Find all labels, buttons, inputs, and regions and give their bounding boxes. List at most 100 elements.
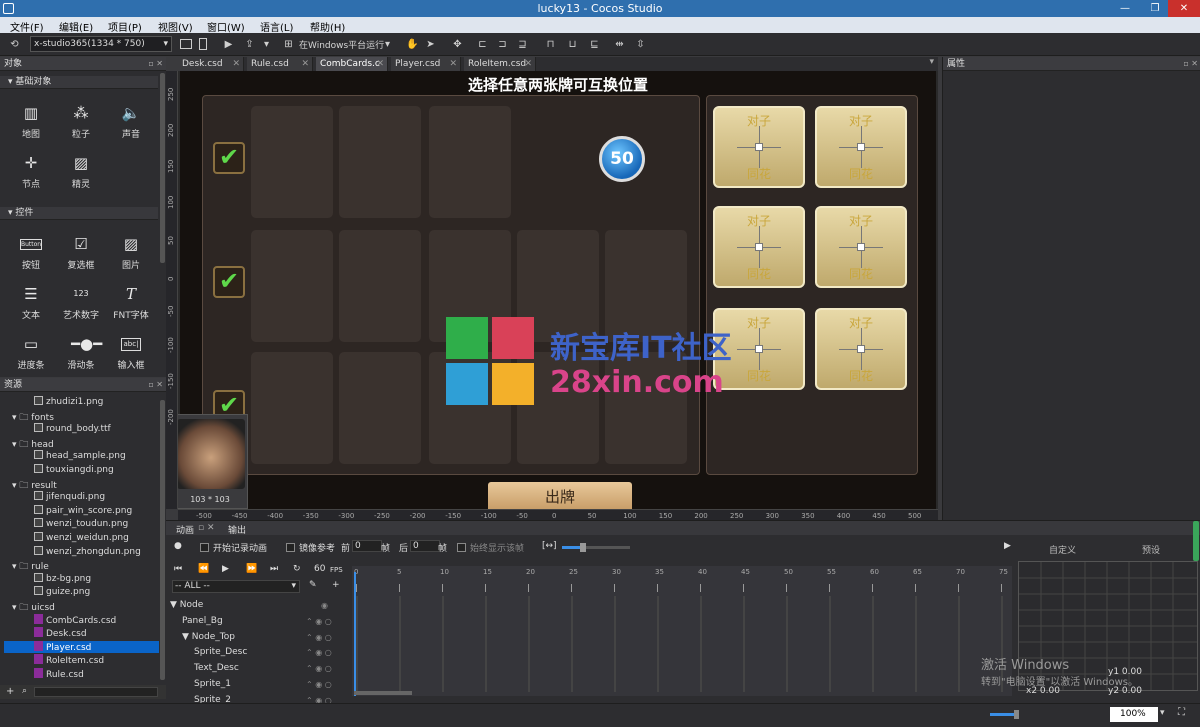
resource-file[interactable]: Desk.csd (34, 627, 87, 639)
custom-tab[interactable]: 自定义 (1049, 543, 1076, 556)
card-slot[interactable] (251, 230, 333, 342)
front-frames-input[interactable]: 0 (352, 540, 382, 552)
node-tree-item[interactable]: Text_Desc (194, 663, 239, 673)
menu-view[interactable]: 视图(V) (158, 19, 193, 34)
expand-icon[interactable]: ▾ (12, 440, 17, 450)
resource-file[interactable]: Rule.csd (34, 668, 84, 680)
panel-close-icon[interactable]: ▫ ✕ (198, 523, 215, 533)
objects-scrollbar[interactable] (160, 73, 165, 263)
loop-icon[interactable]: ↻ (293, 564, 301, 574)
search-icon[interactable]: ⌕ (22, 686, 27, 696)
resource-file[interactable]: RoleItem.csd (34, 654, 104, 666)
card-slot[interactable] (251, 352, 333, 464)
resource-file[interactable]: zhudizi1.png (34, 396, 103, 407)
tab-player[interactable]: Player.csd ✕ (391, 57, 461, 71)
record-animation-checkbox[interactable]: 开始记录动画 (200, 541, 267, 554)
resource-file[interactable]: bz-bg.png (34, 572, 91, 584)
align-left-icon[interactable]: ⊏ (476, 38, 489, 51)
control-image[interactable]: ▨ 图片 (107, 234, 155, 271)
first-frame-icon[interactable]: ⏮ (174, 564, 182, 574)
add-icon[interactable]: + (332, 580, 340, 590)
portrait-icon[interactable] (199, 38, 207, 50)
anchor-point-icon[interactable] (857, 345, 865, 353)
object-sprite[interactable]: ▨ 精灵 (57, 153, 105, 190)
add-icon[interactable]: + (6, 686, 14, 697)
check-mark-icon[interactable]: ✔ (213, 266, 245, 298)
visibility-icon[interactable]: ⌃ ◉ ○ (306, 617, 332, 626)
menu-project[interactable]: 项目(P) (108, 19, 142, 34)
play-cards-button[interactable]: 出牌 (488, 482, 632, 509)
hand-type-card[interactable]: 对子 同花 (713, 106, 805, 188)
alarm-clock-timer[interactable]: 50 (599, 136, 645, 182)
back-frames-input[interactable]: 0 (410, 540, 440, 552)
zoom-bar[interactable] (990, 713, 1016, 716)
visibility-icon[interactable]: ⌃ ◉ ○ (306, 664, 332, 673)
tab-output[interactable]: 输出 (228, 523, 246, 536)
panel-close-icon[interactable]: ▫ ✕ (148, 378, 163, 392)
timeline-scrollbar[interactable] (354, 691, 412, 695)
resource-file[interactable]: guize.png (34, 586, 90, 597)
anchor-point-icon[interactable] (857, 243, 865, 251)
control-button[interactable]: Button 按钮 (7, 234, 55, 271)
run-target-select[interactable]: 在Windows平台运行 (299, 38, 384, 51)
resource-file[interactable]: wenzi_toudun.png (34, 518, 128, 529)
expand-icon[interactable]: ▼ (182, 632, 189, 642)
object-particle[interactable]: ⁂ 粒子 (57, 103, 105, 140)
resource-file[interactable]: head_sample.png (34, 450, 126, 461)
tab-roleitem[interactable]: RoleItem.csd ✕ (464, 57, 536, 71)
resource-file[interactable]: wenzi_zhongdun.png (34, 545, 141, 557)
zoom-slider-handle[interactable] (580, 543, 586, 552)
align-hcenter-icon[interactable]: ⊐ (496, 38, 509, 51)
zoom-value[interactable]: 100% (1110, 707, 1158, 722)
record-dot-icon[interactable]: ● (174, 541, 182, 551)
fps-input[interactable]: 60 (314, 564, 325, 574)
expand-icon[interactable]: ▾ (12, 562, 17, 572)
control-input-box[interactable]: abc| 输入框 (107, 334, 155, 371)
fit-screen-icon[interactable]: ⛶ (1178, 707, 1185, 718)
visibility-icon[interactable]: ⌃ ◉ ○ (306, 648, 332, 657)
align-top-icon[interactable]: ⊓ (544, 38, 557, 51)
menu-language[interactable]: 语言(L) (260, 19, 293, 34)
resource-file[interactable]: CombCards.csd (34, 613, 116, 626)
distribute-h-icon[interactable]: ⇹ (613, 38, 626, 51)
tab-desk[interactable]: Desk.csd ✕ (178, 57, 244, 71)
close-icon[interactable]: ✕ (301, 57, 309, 71)
align-vcenter-icon[interactable]: ⊔ (566, 38, 579, 51)
tab-animation[interactable]: 动画 (176, 523, 194, 536)
visibility-icon[interactable]: ◉ (321, 601, 328, 610)
frame-range-icon[interactable]: [↔] (542, 541, 557, 551)
hand-type-card[interactable]: 对子 同花 (815, 206, 907, 288)
play-icon[interactable]: ▶ (222, 38, 235, 51)
align-right-icon[interactable]: ⊒ (516, 38, 529, 51)
control-text[interactable]: ☰ 文本 (7, 284, 55, 321)
hand-type-card[interactable]: 对子 同花 (815, 106, 907, 188)
node-tree-item[interactable]: ▼ Node_Top (182, 632, 235, 642)
scene-stage[interactable]: 选择任意两张牌可互换位置 ✔ ✔ ✔ 50 对子 同花 对子 同花 对子 同花 对子同… (178, 71, 938, 509)
card-slot[interactable] (251, 106, 333, 218)
control-progress-bar[interactable]: ▭ 进度条 (7, 334, 55, 371)
anchor-point-icon[interactable] (755, 143, 763, 151)
publish-icon[interactable]: ⇪ (243, 38, 256, 51)
close-icon[interactable]: ✕ (524, 57, 532, 71)
hand-type-card[interactable]: 对子 同花 (713, 206, 805, 288)
chevron-down-icon[interactable]: ▾ (1160, 708, 1165, 718)
hand-icon[interactable]: ✋ (406, 38, 419, 51)
close-icon[interactable]: ✕ (376, 57, 384, 71)
expand-icon[interactable]: ▾ (12, 481, 17, 491)
mirror-reference-checkbox[interactable]: 镜像参考 (286, 541, 335, 554)
panel-close-icon[interactable]: ▫ ✕ (1183, 57, 1198, 71)
hand-type-panel[interactable]: 对子 同花 对子 同花 对子 同花 对子 同花 对子 同花 对子 同花 (706, 95, 918, 475)
control-slider[interactable]: ━●━ 滑动条 (57, 334, 105, 371)
playhead[interactable] (354, 572, 356, 696)
curve-scroll-handle[interactable] (1193, 521, 1199, 561)
control-checkbox[interactable]: ☑ 复选框 (57, 234, 105, 271)
resources-scrollbar[interactable] (160, 400, 165, 680)
prev-frame-icon[interactable]: ⏪ (198, 564, 209, 574)
menu-window[interactable]: 窗口(W) (207, 19, 245, 34)
menu-help[interactable]: 帮助(H) (310, 19, 345, 34)
edit-icon[interactable]: ✎ (309, 580, 317, 590)
expand-icon[interactable]: ▾ (12, 413, 17, 423)
basic-objects-section[interactable]: ▾ 基础对象 (0, 76, 158, 89)
scene-title-text[interactable]: 选择任意两张牌可互换位置 (180, 74, 936, 95)
expand-icon[interactable]: ▾ (12, 603, 17, 613)
